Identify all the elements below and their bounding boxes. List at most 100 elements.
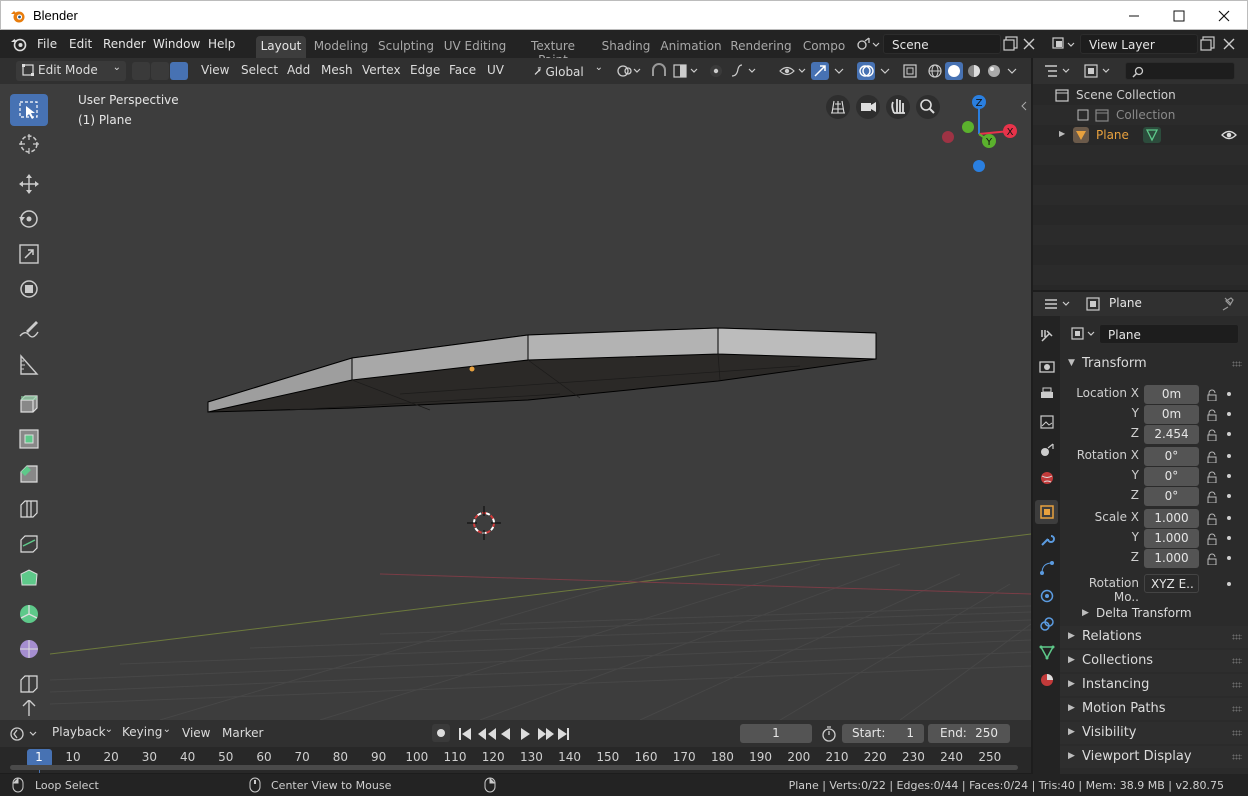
- vertex-select-button[interactable]: [132, 62, 150, 80]
- location-z-field[interactable]: 2.454: [1144, 425, 1199, 444]
- mesh-data-icon[interactable]: [1143, 127, 1161, 143]
- menu-file[interactable]: File: [37, 37, 57, 51]
- edge-select-button[interactable]: [151, 62, 169, 80]
- tool-extrude[interactable]: [10, 388, 48, 420]
- menu-mesh[interactable]: Mesh: [321, 63, 353, 77]
- maximize-button[interactable]: [1156, 1, 1202, 30]
- timeline-scrollbar[interactable]: [10, 765, 1018, 770]
- delete-view-layer-icon[interactable]: [1222, 37, 1236, 51]
- menu-select[interactable]: Select: [241, 63, 278, 77]
- drag-handle-icon[interactable]: [1232, 754, 1242, 760]
- keyframe-dot[interactable]: [1227, 392, 1231, 396]
- tab-animation[interactable]: Animation: [659, 36, 723, 58]
- delta-transform-header[interactable]: ▶ Delta Transform: [1060, 603, 1248, 625]
- tool-move[interactable]: [10, 168, 48, 200]
- new-view-layer-icon[interactable]: [1200, 36, 1216, 52]
- menu-uv[interactable]: UV: [487, 63, 504, 77]
- lock-icon[interactable]: [1206, 409, 1218, 421]
- keyframe-dot[interactable]: [1227, 516, 1231, 520]
- solid-shading-button[interactable]: [945, 62, 963, 80]
- timeline-marker-menu[interactable]: Marker: [222, 726, 263, 740]
- scale-z-field[interactable]: 1.000: [1144, 549, 1199, 568]
- lock-icon[interactable]: [1206, 513, 1218, 525]
- transform-panel-header[interactable]: ▼ Transform: [1060, 353, 1248, 375]
- tab-sculpting[interactable]: Sculpting: [378, 36, 434, 58]
- xray-toggle-icon[interactable]: [902, 63, 918, 79]
- chevron-down-icon[interactable]: [832, 63, 846, 79]
- drag-handle-icon[interactable]: [1232, 658, 1242, 664]
- playback-menu[interactable]: Playback ⌄: [46, 723, 116, 743]
- keyframe-dot[interactable]: [1227, 474, 1231, 478]
- instancing-panel-header[interactable]: ▶ Instancing: [1060, 674, 1248, 696]
- rotation-z-field[interactable]: 0°: [1144, 487, 1199, 506]
- rotation-x-field[interactable]: 0°: [1144, 447, 1199, 466]
- tool-measure[interactable]: [10, 349, 48, 381]
- close-button[interactable]: [1201, 1, 1247, 30]
- timeline-view-menu[interactable]: View: [182, 726, 210, 740]
- tool-spin[interactable]: [10, 598, 48, 630]
- menu-help[interactable]: Help: [208, 37, 235, 51]
- lock-icon[interactable]: [1206, 451, 1218, 463]
- tab-modeling[interactable]: Modeling: [312, 36, 370, 58]
- keyframe-dot[interactable]: [1227, 556, 1231, 560]
- stopwatch-icon[interactable]: [820, 725, 838, 743]
- drag-handle-icon[interactable]: [1232, 361, 1242, 367]
- face-select-button[interactable]: [170, 62, 188, 80]
- menu-edge[interactable]: Edge: [410, 63, 440, 77]
- mode-selector[interactable]: Edit Mode ⌄: [16, 61, 126, 81]
- scene-name-field[interactable]: Scene: [883, 34, 1001, 54]
- object-name-field[interactable]: Plane: [1099, 324, 1239, 344]
- menu-view[interactable]: View: [201, 63, 229, 77]
- drag-handle-icon[interactable]: [1232, 706, 1242, 712]
- lock-icon[interactable]: [1206, 471, 1218, 483]
- checkbox-icon[interactable]: [1077, 109, 1089, 121]
- timeline[interactable]: 1 10 20 30 40 50 60 70 80 90 100 110 120 130 140 150 160…: [0, 747, 1031, 773]
- lock-icon[interactable]: [1206, 533, 1218, 545]
- record-button[interactable]: [432, 724, 450, 742]
- outliner-row-scene-collection[interactable]: Scene Collection: [1033, 85, 1248, 105]
- outliner-search-input[interactable]: [1125, 62, 1235, 80]
- snap-target-icon[interactable]: [672, 63, 700, 79]
- tab-tool[interactable]: [1035, 324, 1058, 348]
- keyframe-dot[interactable]: [1227, 432, 1231, 436]
- tab-particles[interactable]: [1035, 556, 1058, 580]
- visibility-panel-header[interactable]: ▶ Visibility: [1060, 722, 1248, 744]
- eye-icon[interactable]: [1221, 128, 1237, 142]
- tool-scale[interactable]: [10, 238, 48, 270]
- viewport-display-panel-header[interactable]: ▶ Viewport Display: [1060, 746, 1248, 768]
- scene-selector-icon[interactable]: [855, 35, 881, 53]
- tool-bevel[interactable]: [10, 458, 48, 490]
- tab-modifiers[interactable]: [1035, 528, 1058, 552]
- tab-compositing[interactable]: Compo: [800, 36, 848, 58]
- keyframe-dot[interactable]: [1227, 412, 1231, 416]
- location-y-field[interactable]: 0m: [1144, 405, 1199, 424]
- object-datablock-icon[interactable]: [1071, 326, 1099, 342]
- lock-icon[interactable]: [1206, 389, 1218, 401]
- tab-data[interactable]: [1035, 640, 1058, 664]
- tool-loop-cut[interactable]: [10, 493, 48, 525]
- visibility-selector-icon[interactable]: [778, 63, 808, 79]
- editor-type-icon[interactable]: [1043, 63, 1073, 79]
- pivot-point-icon[interactable]: [616, 63, 642, 79]
- outliner-row-plane[interactable]: ▶ Plane: [1033, 125, 1248, 145]
- pin-icon[interactable]: [1221, 296, 1235, 312]
- tab-rendering[interactable]: Rendering: [730, 36, 792, 58]
- drag-handle-icon[interactable]: [1232, 730, 1242, 736]
- collections-panel-header[interactable]: ▶ Collections: [1060, 650, 1248, 672]
- 3d-viewport[interactable]: Z X Y User Perspective (1) Plane: [0, 84, 1031, 720]
- tool-poly-build[interactable]: [10, 563, 48, 595]
- overlays-toggle-button[interactable]: [857, 62, 875, 80]
- tool-knife[interactable]: [10, 528, 48, 560]
- scale-x-field[interactable]: 1.000: [1144, 509, 1199, 528]
- start-frame-field[interactable]: Start: 1: [842, 724, 924, 743]
- tab-texture-paint[interactable]: Texture Paint: [515, 36, 591, 67]
- tab-uv-editing[interactable]: UV Editing: [443, 36, 507, 58]
- keyframe-dot[interactable]: [1227, 582, 1231, 586]
- snap-icon[interactable]: [650, 63, 668, 79]
- menu-render[interactable]: Render: [103, 37, 146, 51]
- wireframe-shading-icon[interactable]: [926, 63, 944, 79]
- gizmo-toggle-button[interactable]: [811, 62, 829, 80]
- relations-panel-header[interactable]: ▶ Relations: [1060, 626, 1248, 648]
- menu-face[interactable]: Face: [449, 63, 476, 77]
- menu-add[interactable]: Add: [287, 63, 310, 77]
